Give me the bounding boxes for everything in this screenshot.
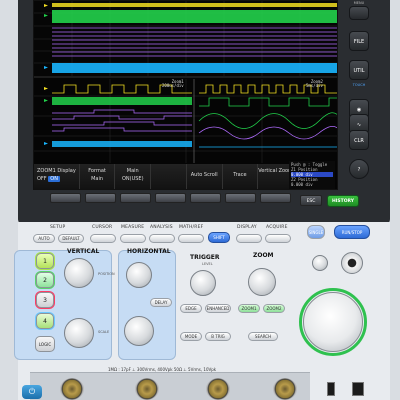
trigger-label: TRIGGER [190, 254, 220, 261]
math-ref-label: MATH/REF [179, 225, 204, 230]
history-button[interactable]: HISTORY [327, 195, 359, 207]
setup-label: SETUP [50, 225, 66, 230]
esc-button[interactable]: ESC [300, 195, 322, 206]
soft-key-row [50, 193, 291, 203]
edge-button[interactable]: EDGE [180, 304, 202, 313]
zoom2-sine-2 [198, 125, 337, 140]
logic-button[interactable]: LOGIC [35, 336, 55, 352]
softmenu-zoom-display[interactable]: ZOOM1 Display OFF ON [34, 164, 80, 189]
usb-port [327, 382, 335, 396]
horizontal-position-knob[interactable] [126, 262, 152, 288]
analysis-label: ANALYSIS [150, 225, 173, 230]
ch4-input-connector [273, 378, 297, 400]
zoom1-timebase-tag: Zoom1 200us/div [162, 79, 184, 88]
camera-icon: ◉ [356, 107, 362, 113]
usb-port-2 [352, 382, 364, 396]
zoom2-timebase-tag: Zoom2 5ms/div [306, 79, 323, 88]
clear-button[interactable]: CLR [349, 130, 369, 150]
cursor-label: CURSOR [92, 225, 113, 230]
ch3-button[interactable]: 3 [36, 292, 54, 308]
soft-key-7[interactable] [260, 193, 291, 203]
horizontal-scale-knob[interactable] [124, 316, 154, 346]
softmenu-auto-scroll[interactable]: Auto Scroll [186, 164, 223, 189]
ch1-button[interactable]: 1 [36, 253, 54, 269]
soft-key-2[interactable] [85, 193, 116, 203]
softmenu-main[interactable]: Main ON(USE) [115, 164, 152, 189]
soft-key-6[interactable] [225, 193, 256, 203]
math-ref-button[interactable] [178, 234, 204, 243]
soft-menu: ZOOM1 Display OFF ON Format Main Main ON… [34, 164, 294, 189]
soft-key-4[interactable] [155, 193, 186, 203]
soft-key-3[interactable] [120, 193, 151, 203]
menu-label: MENU [353, 1, 365, 5]
touch-indicator: TOUCH [352, 83, 366, 87]
ch2-button[interactable]: 2 [36, 272, 54, 288]
zoom1-button[interactable]: ZOOM1 [238, 304, 260, 313]
soft-key-1[interactable] [50, 193, 81, 203]
enhanced-button[interactable]: ENHANCED [205, 304, 231, 313]
display-button[interactable] [236, 234, 262, 243]
zoom-label: ZOOM [253, 252, 274, 259]
zoom2-ch2-trace [199, 97, 337, 107]
softmenu-format[interactable]: Format Main [79, 164, 116, 189]
measure-button[interactable] [120, 234, 146, 243]
ch1-trace [52, 3, 337, 7]
ch2-input-connector [135, 378, 159, 400]
shift-button[interactable]: SHIFT [208, 232, 230, 243]
auto-button[interactable]: AUTO [33, 234, 55, 243]
display-label: DISPLAY [237, 225, 257, 230]
acquire-label: ACQUIRE [266, 225, 288, 230]
horizontal-label: HORIZONTAL [127, 248, 171, 255]
file-button[interactable]: FILE [349, 31, 369, 51]
mode-button[interactable]: MODE [180, 332, 202, 341]
acquire-button[interactable] [265, 234, 291, 243]
sine-wave-icon: ∿ [356, 122, 362, 128]
search-button[interactable]: SEARCH [248, 332, 278, 341]
utility-button[interactable]: UTIL [349, 60, 369, 80]
power-button[interactable]: ⏻ [22, 385, 42, 399]
ch4-trace [52, 63, 337, 73]
menu-button[interactable] [349, 6, 369, 20]
power-icon: ⏻ [28, 387, 36, 396]
vertical-position-label: POSITION [98, 272, 115, 276]
delay-button[interactable]: DELAY [150, 298, 172, 307]
default-button[interactable]: DEFAULT [58, 234, 84, 243]
zoom-logic-traces [52, 109, 192, 132]
softmenu-blank[interactable] [151, 164, 187, 189]
small-select-knob[interactable] [312, 255, 328, 271]
ch1-input-connector [60, 378, 84, 400]
ch4-button[interactable]: 4 [36, 313, 54, 329]
vertical-position-knob[interactable] [64, 258, 94, 288]
oscilloscope-screen[interactable]: Zoom1 200us/div Zoom2 5ms/div ZOOM1 Disp… [33, 0, 338, 190]
trigger-level-knob[interactable] [190, 270, 216, 296]
vertical-scale-label: SCALE [98, 330, 110, 334]
set-button[interactable] [341, 252, 363, 274]
vertical-label: VERTICAL [67, 248, 100, 255]
single-button[interactable]: SINGLE [307, 225, 325, 239]
trigger-level-label: LEVEL [202, 262, 213, 266]
vertical-section [14, 250, 112, 360]
run-stop-button[interactable]: RUN/STOP [334, 225, 370, 239]
ch3-input-connector [206, 378, 230, 400]
vertical-scale-knob[interactable] [64, 318, 94, 348]
softmenu-trace[interactable]: Trace [222, 164, 259, 189]
zoom-position-readout: Push @ : Toggle Z1 Position 0.000 div Z2… [289, 161, 335, 189]
zoom2-sine-1 [198, 112, 337, 129]
zoom2-button[interactable]: ZOOM2 [263, 304, 285, 313]
help-button[interactable]: ? [349, 159, 369, 179]
zoom-knob[interactable] [248, 268, 276, 296]
measure-label: MEASURE [121, 225, 145, 230]
jog-shuttle-knob[interactable] [303, 292, 363, 352]
soft-key-5[interactable] [190, 193, 221, 203]
analysis-button[interactable] [149, 234, 175, 243]
b-trig-button[interactable]: B TRIG [205, 332, 231, 341]
ch2-trace [52, 10, 337, 23]
cursor-button[interactable] [90, 234, 116, 243]
input-spec-text: 1MΩ : 17pF ⊥ 300Vrms, 400Vpk 50Ω ⊥ 5Vrms… [108, 367, 217, 372]
